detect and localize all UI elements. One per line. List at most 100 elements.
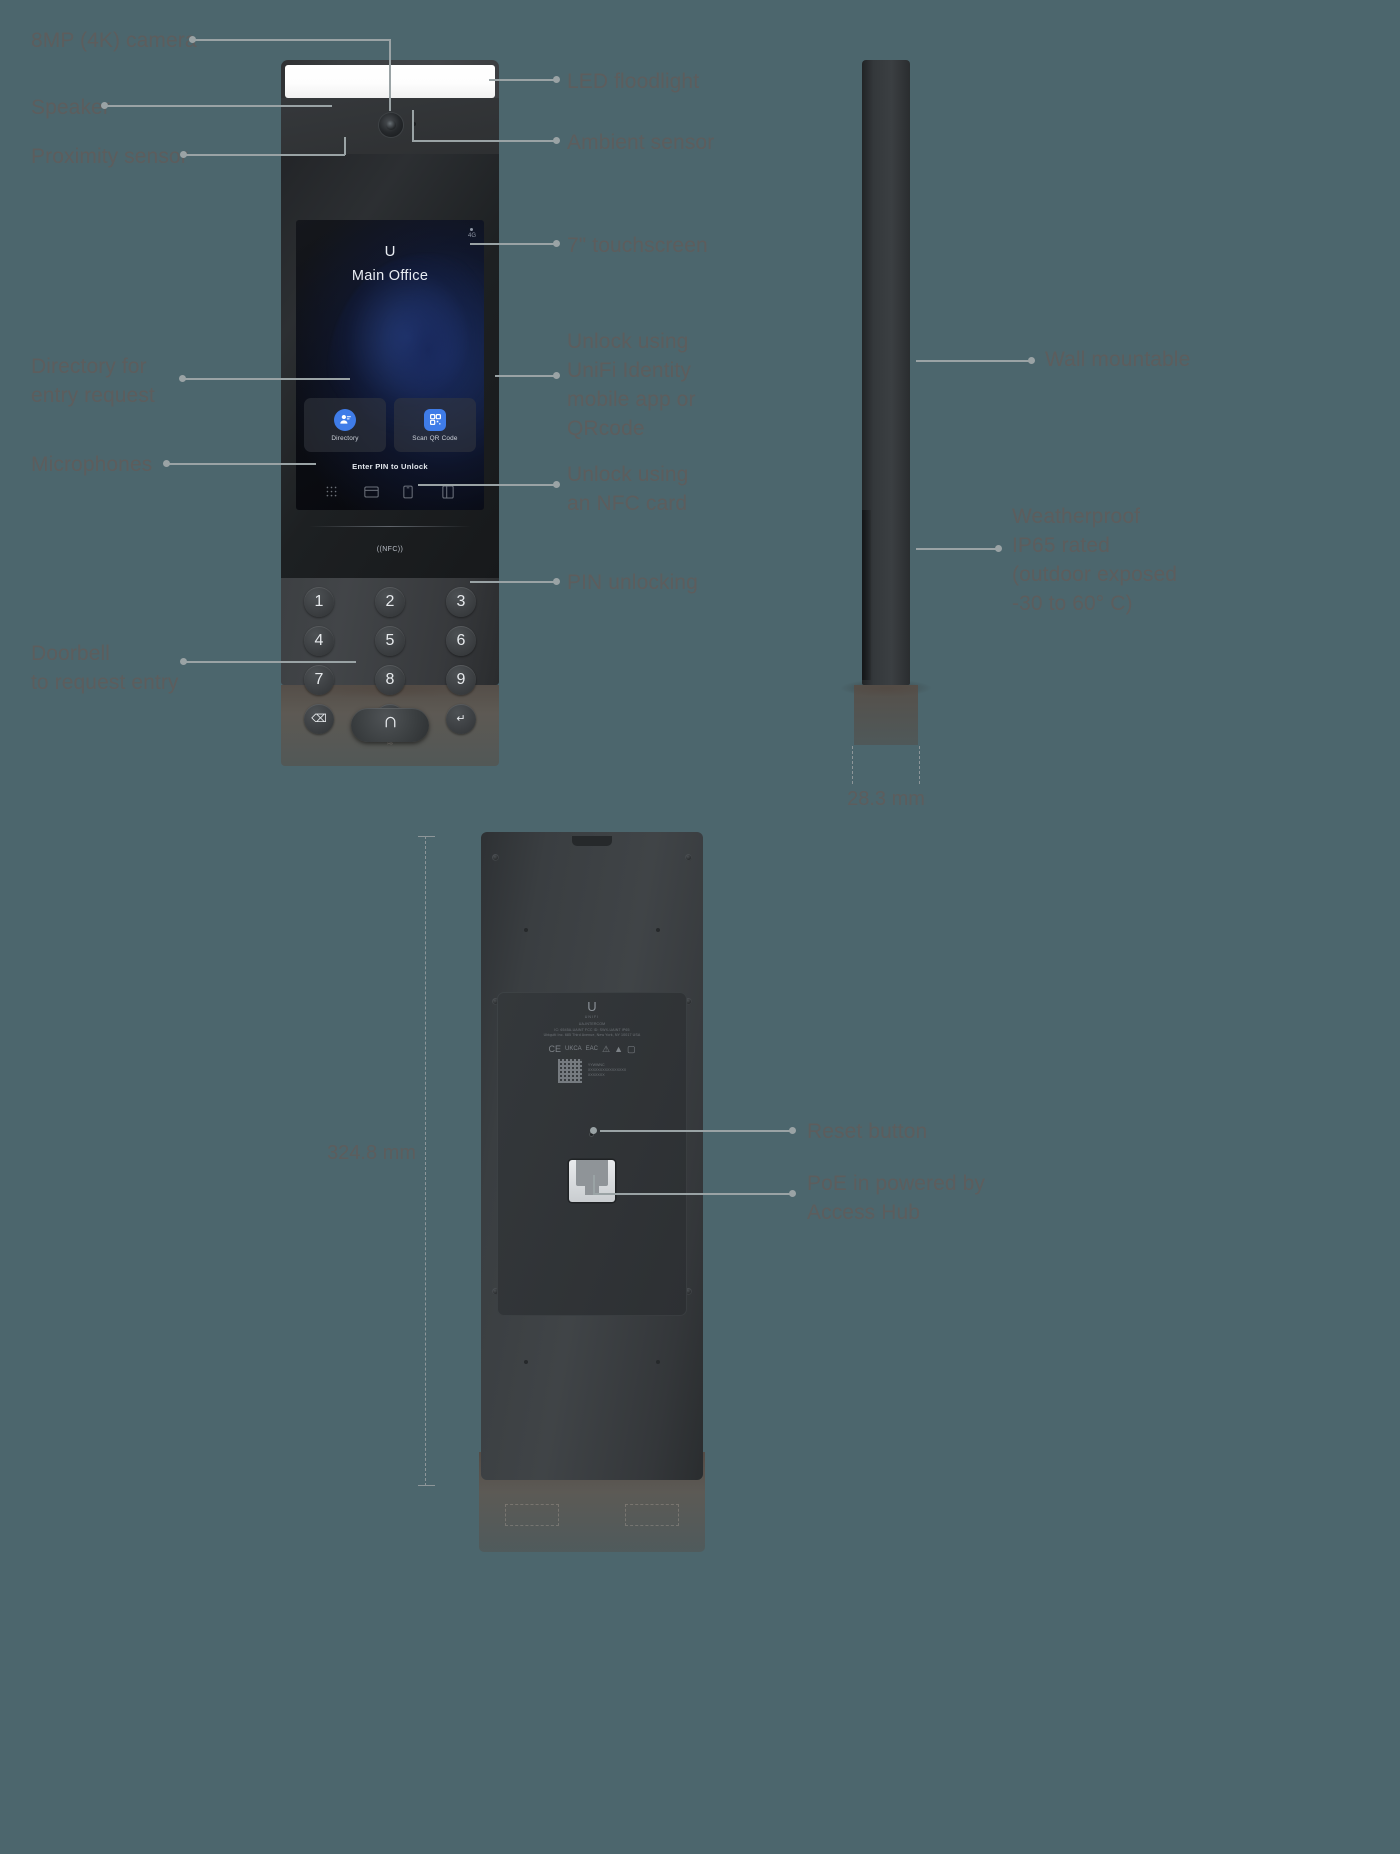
- callout-microphones: Microphones: [31, 453, 153, 476]
- key-4[interactable]: 4: [304, 626, 334, 656]
- callout-doorbell: Doorbell to request entry: [31, 642, 179, 694]
- key-1[interactable]: 1: [304, 587, 334, 617]
- width-dimension-line: [852, 746, 920, 784]
- callout-camera: 8MP (4K) camera: [31, 29, 197, 52]
- leader-speaker: [107, 105, 332, 107]
- key-8[interactable]: 8: [375, 665, 405, 695]
- key-backspace[interactable]: ⌫: [304, 704, 334, 734]
- ethernet-port: [569, 1160, 615, 1202]
- doorbell-button[interactable]: [351, 708, 429, 742]
- leader-proximity-v: [344, 137, 346, 155]
- pin-hint: Enter PIN to Unlock: [352, 462, 428, 471]
- height-dimension-label: 324.8 mm: [316, 1136, 416, 1171]
- keypad-row: 7 8 9: [304, 665, 476, 695]
- weee-icon: ⚠: [602, 1043, 611, 1054]
- leader-dot: [590, 1127, 597, 1134]
- tile-label: Directory: [331, 434, 359, 442]
- pilot-hole: [656, 1360, 660, 1364]
- top-notch: [572, 836, 612, 846]
- leader-poe: [593, 1193, 790, 1195]
- callout-directory: Directory for entry request: [31, 355, 155, 407]
- keypad-row: 4 5 6: [304, 626, 476, 656]
- leader-microphones: [169, 463, 316, 465]
- side-view-device: 28.3 mm: [822, 60, 950, 810]
- glass-face: 4G U Main Office Directory Scan QR Code …: [281, 154, 499, 578]
- qr-code-icon: [557, 1058, 582, 1083]
- camera-lens: [379, 113, 403, 137]
- ukca-mark: UKCA: [564, 1046, 582, 1053]
- leader-ambient-v: [412, 110, 414, 140]
- leader-poe-v: [593, 1175, 595, 1194]
- pilot-hole: [656, 928, 660, 932]
- leader-proximity: [186, 154, 345, 156]
- screen-title: Main Office: [351, 268, 429, 284]
- callout-floodlight: LED floodlight: [567, 70, 700, 93]
- dimension-cap-top: [418, 836, 435, 837]
- key-3[interactable]: 3: [446, 587, 476, 617]
- tile-directory[interactable]: Directory: [304, 398, 386, 452]
- callout-unlock-app: Unlock using UniFi Identity mobile app o…: [567, 330, 696, 440]
- callout-ambient: Ambient sensor: [567, 131, 715, 154]
- callout-poe: PoE in powered by Access Hub: [807, 1172, 985, 1224]
- touchscreen[interactable]: 4G U Main Office Directory Scan QR Code …: [296, 220, 484, 510]
- side-body: [862, 60, 910, 685]
- label-qr-row: YYWWNC XXXXXXXXXXXXXXXX XXXXXXX: [531, 1058, 653, 1083]
- tile-scan-qr-code[interactable]: Scan QR Code: [394, 398, 476, 452]
- callout-proximity: Proximity sensor: [31, 145, 188, 168]
- bell-icon: [382, 714, 399, 736]
- callout-pin: PIN unlocking: [567, 571, 698, 594]
- key-enter[interactable]: ↵: [446, 704, 476, 734]
- leader-wall: [916, 360, 1029, 362]
- leader-unlock-app: [495, 375, 554, 377]
- key-2[interactable]: 2: [375, 587, 405, 617]
- brand-glyph: U: [587, 999, 597, 1014]
- back-view-device: U UNIFI UA-INTERCOM IC: 6545A-UAINT FCC …: [447, 832, 737, 1552]
- key-6[interactable]: 6: [446, 626, 476, 656]
- leader-reset: [600, 1130, 790, 1132]
- card-icon[interactable]: [364, 485, 379, 500]
- leader-weatherproof: [916, 548, 996, 550]
- leader-dot: [553, 372, 560, 379]
- leader-dot: [1028, 357, 1035, 364]
- keypad-icon[interactable]: [325, 485, 338, 500]
- leader-dot: [553, 76, 560, 83]
- keypad-row: 1 2 3: [304, 587, 476, 617]
- serial-lines: YYWWNC XXXXXXXXXXXXXXXX XXXXXXX: [587, 1062, 627, 1078]
- eac-mark: EAC: [585, 1046, 598, 1053]
- callout-weatherproof: Weatherproof IP65 rated (outdoor exposed…: [1012, 505, 1178, 615]
- key-5[interactable]: 5: [375, 626, 405, 656]
- leader-floodlight: [489, 79, 554, 81]
- dimension-cap-bottom: [418, 1485, 435, 1486]
- certification-marks: CE UKCA EAC ⚠ ▲ ▢: [531, 1044, 653, 1055]
- id-card-icon[interactable]: [442, 485, 455, 500]
- screw-hole: [492, 854, 499, 861]
- ce-mark: CE: [548, 1044, 561, 1055]
- screw-hole: [685, 854, 692, 861]
- leader-dot: [789, 1127, 796, 1134]
- brand-name: UNIFI: [584, 1015, 600, 1019]
- leader-dot: [553, 240, 560, 247]
- address-line: Ubiquiti Inc. 685 Third Avenue, New York…: [543, 1033, 641, 1038]
- rcm-icon: ▲: [614, 1044, 623, 1055]
- product-diagram: ≋ 4G U Main Office Directory Scan QR Cod…: [0, 0, 1400, 1854]
- brand-glyph: U: [384, 243, 396, 260]
- leader-camera-v: [389, 39, 391, 111]
- action-tiles: Directory Scan QR Code: [304, 398, 476, 452]
- side-base: [854, 685, 918, 745]
- microphone-slot: [309, 526, 471, 527]
- callout-unlock-nfc: Unlock using an NFC card: [567, 463, 689, 515]
- callout-reset-button: Reset button: [807, 1120, 928, 1143]
- leader-dot: [789, 1190, 796, 1197]
- screen-nav-bar: [296, 485, 484, 500]
- phone-icon[interactable]: [403, 485, 416, 500]
- leader-directory: [185, 378, 350, 380]
- leader-touchscreen: [470, 243, 554, 245]
- leader-ambient: [412, 140, 554, 142]
- key-7[interactable]: 7: [304, 665, 334, 695]
- leader-dot: [553, 578, 560, 585]
- height-dimension-line: 324.8 mm: [316, 836, 435, 1486]
- base-outline-right: [625, 1504, 679, 1526]
- callout-speaker: Speaker: [31, 96, 110, 119]
- leader-camera: [195, 39, 389, 41]
- key-9[interactable]: 9: [446, 665, 476, 695]
